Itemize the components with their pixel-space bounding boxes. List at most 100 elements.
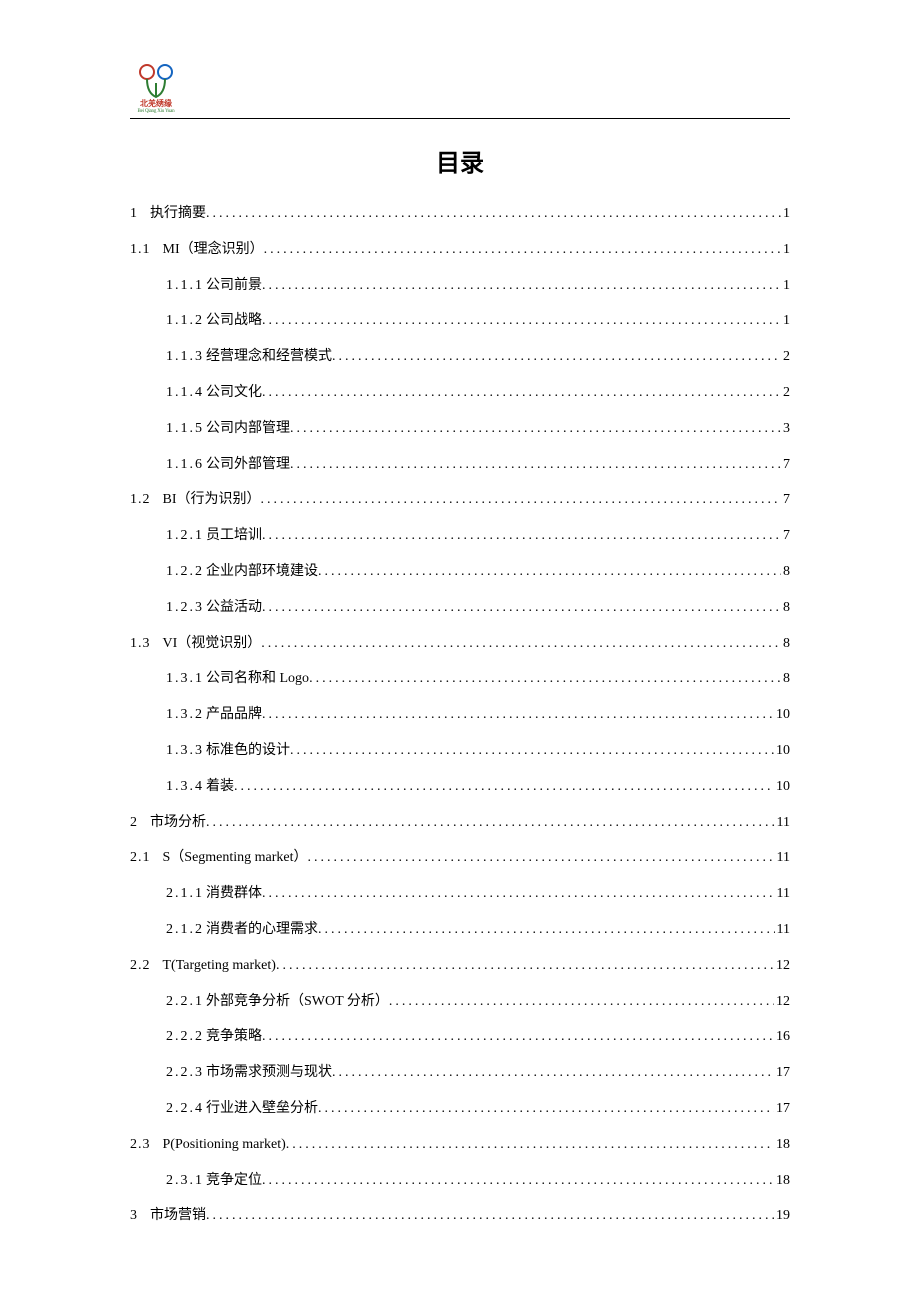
toc-entry-number: 1.2.2 — [166, 564, 204, 581]
toc-entry[interactable]: 2.2.4行业进入壁垒分析17 — [130, 1101, 790, 1118]
toc-leader-dots — [286, 1137, 774, 1154]
toc-entry-number: 1.3 — [130, 636, 151, 653]
toc-entry-page: 17 — [776, 1101, 790, 1118]
toc-entry-page: 1 — [783, 313, 790, 330]
toc-entry[interactable]: 1.3VI（视觉识别）8 — [130, 636, 790, 653]
toc-leader-dots — [262, 278, 781, 295]
toc-entry[interactable]: 2.2.2竞争策略16 — [130, 1029, 790, 1046]
toc-entry[interactable]: 2市场分析11 — [130, 815, 790, 832]
toc-entry-number: 3 — [130, 1208, 138, 1225]
logo-text-cn: 北羌绣缘 — [140, 100, 172, 108]
toc-leader-dots — [261, 492, 782, 509]
toc-entry[interactable]: 1.1.2公司战略1 — [130, 313, 790, 330]
toc-leader-dots — [318, 564, 781, 581]
toc-entry-number: 2.3.1 — [166, 1173, 204, 1190]
toc-entry[interactable]: 3 市场营销 19 — [130, 1208, 790, 1225]
toc-leader-dots — [309, 671, 781, 688]
toc-leader-dots — [262, 313, 781, 330]
toc-leader-dots — [276, 958, 774, 975]
toc-entry[interactable]: 1.2.2企业内部环境建设8 — [130, 564, 790, 581]
page-title: 目录 — [130, 143, 790, 178]
toc-entry[interactable]: 2.2.3市场需求预测与现状17 — [130, 1065, 790, 1082]
toc-entry[interactable]: 2.1.2消费者的心理需求11 — [130, 922, 790, 939]
toc-leader-dots — [290, 743, 774, 760]
toc-entry-label: T(Targeting market) — [163, 958, 276, 975]
toc-leader-dots — [261, 636, 781, 653]
toc-entry[interactable]: 1.3.4着装10 — [130, 779, 790, 796]
toc-entry-number: 2 — [130, 815, 138, 832]
toc-entry-page: 11 — [777, 922, 790, 939]
toc-leader-dots — [318, 922, 775, 939]
toc-entry[interactable]: 1执行摘要1 — [130, 206, 790, 223]
toc-entry-number: 1.1 — [130, 242, 151, 259]
toc-entry[interactable]: 1.1.4公司文化2 — [130, 385, 790, 402]
toc-entry[interactable]: 2.2 T(Targeting market) 12 — [130, 958, 790, 975]
toc-leader-dots — [206, 206, 781, 223]
toc-entry-number: 2.2 — [130, 958, 151, 975]
toc-entry-number: 1 — [130, 206, 138, 223]
toc-leader-dots — [290, 421, 781, 438]
toc-entry-page: 12 — [776, 958, 790, 975]
toc-entry[interactable]: 2.3.1竞争定位18 — [130, 1173, 790, 1190]
toc-entry[interactable]: 2.1.1消费群体11 — [130, 886, 790, 903]
toc-entry[interactable]: 1.1.3经营理念和经营模式2 — [130, 349, 790, 366]
toc-entry-page: 10 — [776, 707, 790, 724]
toc-entry-number: 2.2.3 — [166, 1065, 204, 1082]
toc-entry-label: 外部竞争分析（SWOT 分析） — [206, 994, 389, 1011]
toc-leader-dots — [262, 528, 781, 545]
toc-leader-dots — [262, 385, 781, 402]
toc-entry[interactable]: 1.1 MI（理念识别） 1 — [130, 242, 790, 259]
toc-entry-label: MI（理念识别） — [163, 242, 264, 259]
toc-leader-dots — [206, 815, 775, 832]
toc-entry[interactable]: 1.1.5公司内部管理3 — [130, 421, 790, 438]
toc-entry-page: 17 — [776, 1065, 790, 1082]
toc-entry[interactable]: 1.1.1公司前景1 — [130, 278, 790, 295]
toc-entry-label: 员工培训 — [206, 528, 262, 545]
toc-entry-label: 产品品牌 — [206, 707, 262, 724]
toc-leader-dots — [262, 886, 775, 903]
toc-entry[interactable]: 1.1.6公司外部管理 7 — [130, 457, 790, 474]
toc-leader-dots — [262, 707, 774, 724]
toc-entry-page: 7 — [783, 528, 790, 545]
toc-entry-label: BI（行为识别） — [163, 492, 261, 509]
toc-entry-label: P(Positioning market) — [163, 1137, 286, 1154]
toc-entry-page: 11 — [777, 886, 790, 903]
toc-entry-label: 公司外部管理 — [206, 457, 290, 474]
toc-entry[interactable]: 1.3.1公司名称和 Logo8 — [130, 671, 790, 688]
toc-entry-label: 公司名称和 Logo — [206, 671, 309, 688]
toc-entry-label: 执行摘要 — [150, 206, 206, 223]
toc-entry-number: 1.3.1 — [166, 671, 204, 688]
toc-entry-page: 2 — [783, 385, 790, 402]
toc-entry-page: 2 — [783, 349, 790, 366]
toc-entry-number: 1.3.2 — [166, 707, 204, 724]
toc-entry[interactable]: 2.2.1外部竞争分析（SWOT 分析）12 — [130, 994, 790, 1011]
toc-entry-number: 2.1 — [130, 850, 151, 867]
toc-entry-label: 消费者的心理需求 — [206, 922, 318, 939]
toc-entry[interactable]: 1.2.1员工培训7 — [130, 528, 790, 545]
toc-entry-number: 1.1.6 — [166, 457, 204, 474]
toc-entry-page: 7 — [783, 492, 790, 509]
toc-entry-label: 企业内部环境建设 — [206, 564, 318, 581]
toc-entry-number: 2.2.2 — [166, 1029, 204, 1046]
table-of-contents: 1 执行摘要 1 1.1 MI（理念识别） 1 1.1.1公司前景1 1.1.2公司战略1 1.… — [130, 206, 790, 1225]
toc-entry[interactable]: 1.2.3公益活动8 — [130, 600, 790, 617]
toc-entry[interactable]: 2.3P(Positioning market)18 — [130, 1137, 790, 1154]
toc-leader-dots — [262, 1029, 774, 1046]
toc-entry[interactable]: 2.1S（Segmenting market）11 — [130, 850, 790, 867]
toc-entry-number: 2.2.1 — [166, 994, 204, 1011]
toc-entry[interactable]: 1.2BI（行为识别）7 — [130, 492, 790, 509]
toc-entry[interactable]: 1.3.2产品品牌 10 — [130, 707, 790, 724]
toc-entry-page: 19 — [776, 1208, 790, 1225]
toc-entry-number: 1.1.3 — [166, 349, 204, 366]
toc-entry-page: 11 — [777, 850, 790, 867]
toc-entry-page: 18 — [776, 1173, 790, 1190]
toc-entry-label: 公司前景 — [206, 278, 262, 295]
toc-entry-page: 1 — [783, 242, 790, 259]
toc-entry-number: 1.1.5 — [166, 421, 204, 438]
toc-entry-label: 公司内部管理 — [206, 421, 290, 438]
toc-entry-page: 7 — [783, 457, 790, 474]
toc-entry-label: 市场营销 — [150, 1208, 206, 1225]
toc-leader-dots — [262, 1173, 774, 1190]
toc-entry[interactable]: 1.3.3标准色的设计10 — [130, 743, 790, 760]
toc-entry-label: 竞争策略 — [206, 1029, 262, 1046]
